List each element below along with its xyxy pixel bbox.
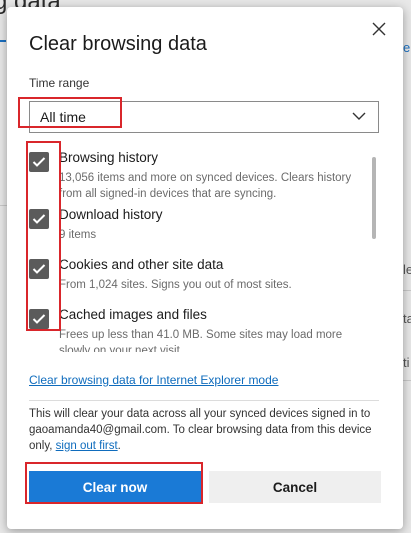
close-button[interactable]	[367, 17, 391, 41]
cancel-button[interactable]: Cancel	[209, 471, 381, 503]
item-description: Frees up less than 41.0 MB. Some sites m…	[59, 329, 343, 352]
background-fragment: ta	[403, 311, 411, 326]
checkmark-icon	[32, 264, 46, 274]
item-description: From 1,024 sites. Signs you out of most …	[59, 279, 292, 291]
background-link-fragment	[0, 40, 6, 42]
cached-images-checkbox[interactable]	[29, 309, 49, 329]
background-divider	[0, 205, 7, 206]
time-range-value: All time	[40, 109, 86, 125]
checkmark-icon	[32, 214, 46, 224]
time-range-label: Time range	[29, 76, 90, 90]
dialog-title: Clear browsing data	[29, 33, 207, 55]
download-history-checkbox[interactable]	[29, 209, 49, 229]
cookies-checkbox[interactable]	[29, 259, 49, 279]
background-divider	[403, 290, 411, 291]
sync-note: This will clear your data across all you…	[29, 406, 381, 454]
close-icon	[372, 22, 386, 36]
checkmark-icon	[32, 157, 46, 167]
background-fragment: ti	[403, 355, 410, 370]
chevron-down-icon	[352, 112, 366, 120]
background-divider	[403, 380, 411, 381]
item-title: Cached images and files	[59, 307, 207, 322]
item-description: 13,056 items and more on synced devices.…	[59, 172, 352, 200]
browsing-history-checkbox[interactable]	[29, 152, 49, 172]
checkmark-icon	[32, 314, 46, 324]
item-title: Cookies and other site data	[59, 257, 224, 272]
item-title: Browsing history	[59, 150, 159, 165]
background-fragment: e	[403, 40, 411, 55]
sync-note-suffix: .	[117, 440, 121, 452]
list-scrollbar[interactable]	[372, 157, 376, 239]
background-fragment: le	[403, 262, 411, 277]
divider	[29, 400, 379, 401]
data-type-list: Browsing history 13,056 items and more o…	[29, 148, 379, 352]
item-description: 9 items	[59, 229, 97, 241]
sign-out-link[interactable]: sign out first	[56, 440, 118, 452]
time-range-select[interactable]: All time	[29, 101, 379, 133]
item-title: Download history	[59, 207, 163, 222]
clear-now-button[interactable]: Clear now	[29, 471, 201, 503]
ie-mode-clear-link[interactable]: Clear browsing data for Internet Explore…	[29, 373, 278, 387]
clear-browsing-data-dialog: Clear browsing data Time range All time …	[7, 7, 403, 529]
